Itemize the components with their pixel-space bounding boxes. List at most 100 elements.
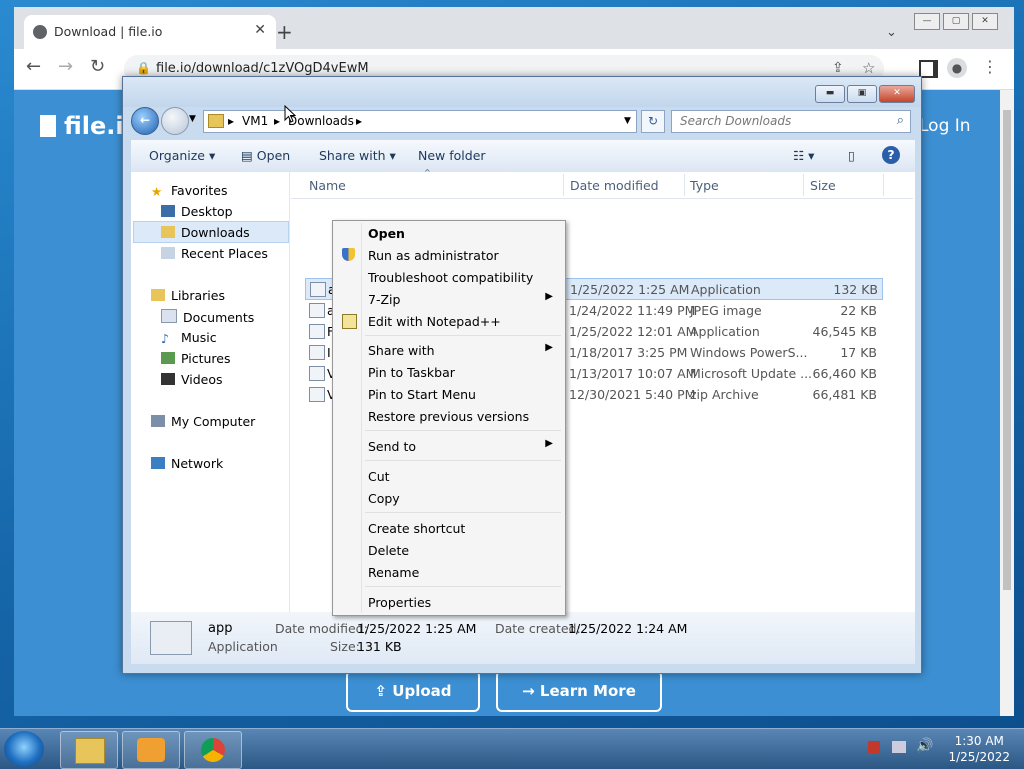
- nav-desktop[interactable]: Desktop: [161, 204, 233, 219]
- details-date-created: 1/25/2022 1:24 AM: [568, 621, 688, 636]
- details-date-modified-label: Date modified:: [275, 621, 368, 636]
- upload-button[interactable]: ⇪ Upload: [346, 670, 480, 712]
- menu-item-open[interactable]: Open: [335, 223, 563, 243]
- help-icon[interactable]: ?: [882, 146, 900, 164]
- zip-archive-icon: [309, 387, 325, 402]
- column-date-modified[interactable]: Date modified: [570, 178, 659, 193]
- navigation-pane: ★ Favorites Desktop Downloads Recent Plac…: [131, 172, 290, 612]
- image-file-icon: [309, 303, 325, 318]
- menu-item-pin-to-taskbar[interactable]: Pin to Taskbar: [335, 362, 563, 382]
- column-divider[interactable]: [684, 174, 685, 196]
- search-input[interactable]: Search Downloads ⌕: [671, 110, 911, 133]
- profile-avatar[interactable]: ●: [947, 58, 967, 78]
- menu-item-send-to[interactable]: Send to ▶: [335, 436, 563, 456]
- browser-tab[interactable]: Download | file.io ✕: [24, 15, 276, 49]
- menu-item-troubleshoot-compatibility[interactable]: Troubleshoot compatibility: [335, 267, 563, 287]
- taskbar-chrome[interactable]: [184, 731, 242, 769]
- nav-favorites[interactable]: ★ Favorites: [151, 183, 227, 199]
- share-icon[interactable]: ⇪: [832, 60, 844, 76]
- close-icon[interactable]: ✕: [879, 85, 915, 103]
- column-divider[interactable]: [803, 174, 804, 196]
- scrollbar-thumb[interactable]: [1003, 110, 1011, 590]
- reload-icon[interactable]: ↻: [90, 56, 105, 77]
- recent-places-icon: [161, 247, 175, 259]
- details-pane: app Application Date modified: 1/25/2022…: [131, 612, 915, 664]
- tab-close-icon[interactable]: ✕: [254, 22, 266, 38]
- address-bar[interactable]: ▸ VM1 ▸ Downloads ▸ ▼: [203, 110, 637, 133]
- column-divider[interactable]: [883, 174, 884, 196]
- start-button-windows-icon[interactable]: [4, 731, 44, 767]
- menu-item-rename[interactable]: Rename: [335, 562, 563, 582]
- nav-documents[interactable]: Documents: [161, 309, 254, 325]
- tab-search-chevron-icon[interactable]: ⌄: [886, 25, 897, 40]
- search-icon[interactable]: ⌕: [897, 113, 904, 128]
- column-divider[interactable]: [563, 174, 564, 196]
- learn-more-button[interactable]: → Learn More: [496, 670, 662, 712]
- refresh-icon[interactable]: ↻: [641, 110, 665, 133]
- forward-arrow-icon[interactable]: →: [58, 56, 73, 77]
- new-tab-icon[interactable]: +: [276, 20, 293, 44]
- clock[interactable]: 1:30 AM 1/25/2022: [948, 733, 1010, 765]
- nav-videos[interactable]: Videos: [161, 372, 223, 387]
- details-size: 131 KB: [357, 639, 402, 654]
- chrome-window-controls: — ▢ ✕: [914, 12, 1010, 30]
- new-folder-button[interactable]: New folder: [418, 148, 486, 163]
- recent-pages-chevron-icon[interactable]: ▼: [189, 114, 196, 124]
- action-center-flag-icon[interactable]: [868, 741, 880, 753]
- menu-dots-icon[interactable]: ⋮: [982, 57, 998, 76]
- breadcrumb-vm1[interactable]: VM1: [242, 114, 268, 128]
- menu-item-pin-to-start-menu[interactable]: Pin to Start Menu: [335, 384, 563, 404]
- nav-pictures[interactable]: Pictures: [161, 351, 231, 366]
- star-icon[interactable]: ☆: [862, 59, 875, 77]
- page-scrollbar[interactable]: [1000, 90, 1014, 716]
- explorer-titlebar[interactable]: [123, 77, 921, 107]
- breadcrumb-separator-icon: ▸: [274, 114, 281, 128]
- nav-recent-places[interactable]: Recent Places: [161, 246, 268, 261]
- maximize-icon[interactable]: ▢: [943, 13, 969, 30]
- organize-button[interactable]: Organize ▾: [149, 148, 215, 163]
- menu-item-restore-previous-versions[interactable]: Restore previous versions: [335, 406, 563, 426]
- address-dropdown-icon[interactable]: ▼: [624, 116, 631, 126]
- menu-item-edit-with-notepad[interactable]: Edit with Notepad++: [335, 311, 563, 331]
- taskbar-explorer[interactable]: [60, 731, 118, 769]
- maximize-icon[interactable]: ▣: [847, 85, 877, 103]
- menu-item-7zip[interactable]: 7-Zip ▶: [335, 289, 563, 309]
- nav-network[interactable]: Network: [151, 456, 223, 471]
- menu-separator: [365, 512, 561, 513]
- notepad-plus-plus-icon: [342, 314, 357, 329]
- column-type[interactable]: Type: [690, 178, 719, 193]
- back-arrow-icon[interactable]: ←: [131, 107, 159, 135]
- open-button[interactable]: ▤ Open: [241, 148, 290, 163]
- nav-libraries[interactable]: Libraries: [151, 288, 225, 303]
- details-size-label: Size:: [330, 639, 360, 654]
- taskbar-media-player[interactable]: [122, 731, 180, 769]
- column-size[interactable]: Size: [810, 178, 836, 193]
- back-arrow-icon[interactable]: ←: [26, 56, 41, 77]
- details-date-modified: 1/25/2022 1:25 AM: [357, 621, 477, 636]
- nav-my-computer[interactable]: My Computer: [151, 414, 255, 429]
- column-name[interactable]: Name: [309, 178, 346, 193]
- network-icon[interactable]: [892, 741, 906, 753]
- preview-pane-icon[interactable]: ▯: [848, 148, 855, 163]
- forward-arrow-icon[interactable]: [161, 107, 189, 135]
- breadcrumb-downloads[interactable]: Downloads: [288, 114, 354, 128]
- column-headers: Name ^ Date modified Type Size: [291, 168, 913, 199]
- menu-item-cut[interactable]: Cut: [335, 466, 563, 486]
- close-icon[interactable]: ✕: [972, 13, 998, 30]
- volume-icon[interactable]: 🔊: [916, 738, 933, 754]
- minimize-icon[interactable]: ▬: [815, 85, 845, 103]
- menu-item-copy[interactable]: Copy: [335, 488, 563, 508]
- view-options-icon[interactable]: ☷ ▾: [793, 148, 814, 163]
- menu-item-delete[interactable]: Delete: [335, 540, 563, 560]
- menu-item-run-as-administrator[interactable]: Run as administrator: [335, 245, 563, 265]
- menu-item-share-with[interactable]: Share with ▶: [335, 340, 563, 360]
- share-with-button[interactable]: Share with ▾: [319, 148, 396, 163]
- nav-downloads[interactable]: Downloads: [161, 225, 250, 240]
- details-file-name: app: [208, 621, 233, 636]
- minimize-icon[interactable]: —: [914, 13, 940, 30]
- login-link[interactable]: Log In: [919, 116, 971, 136]
- nav-music[interactable]: ♪ Music: [161, 330, 217, 346]
- menu-item-properties[interactable]: Properties: [335, 592, 563, 612]
- system-tray: 🔊: [864, 735, 944, 763]
- menu-item-create-shortcut[interactable]: Create shortcut: [335, 518, 563, 538]
